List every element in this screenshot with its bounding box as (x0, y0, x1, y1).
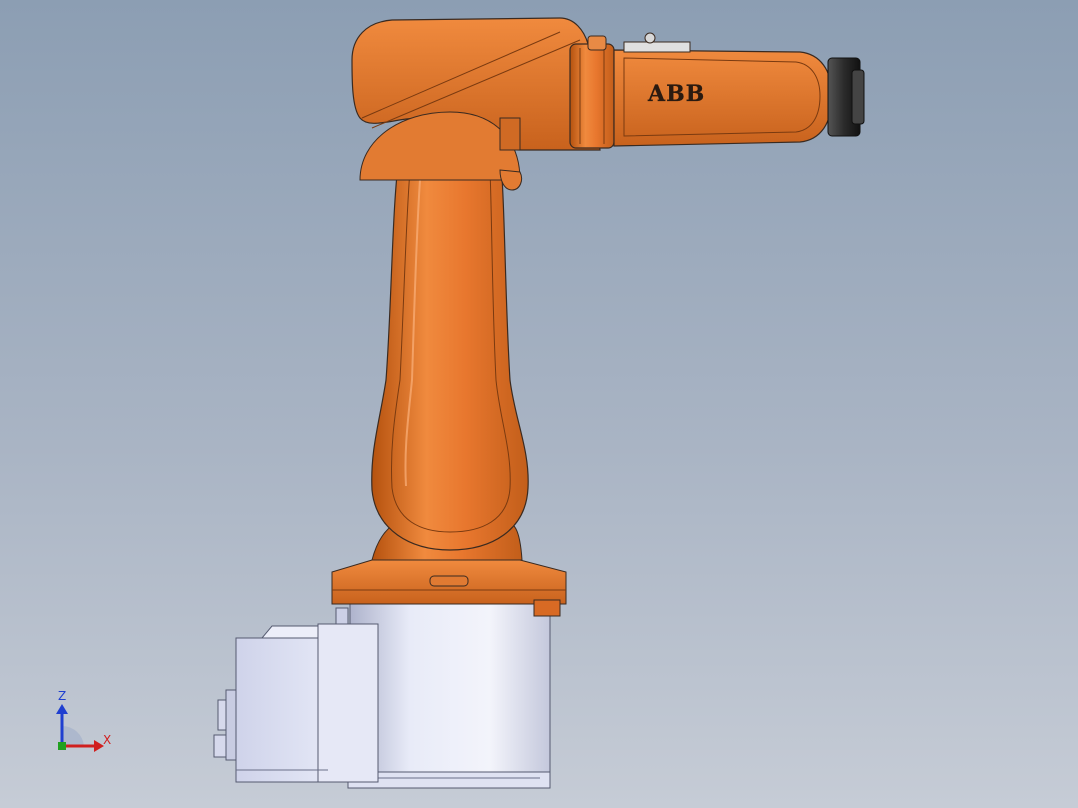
y-axis-marker (58, 742, 66, 750)
base-side-box[interactable] (235, 637, 329, 783)
abb-logo: ABB (647, 81, 705, 107)
axis4-joint[interactable] (569, 35, 615, 149)
upper-arm-housing[interactable] (351, 17, 601, 191)
robot-model[interactable]: ABB Z X (0, 0, 1078, 808)
cad-3d-viewport[interactable]: ABB Z X (0, 0, 1078, 808)
base-cylinder[interactable] (349, 603, 551, 777)
base-side-cover (317, 623, 379, 783)
lower-arm[interactable] (371, 149, 529, 551)
x-axis-label: X (103, 733, 111, 747)
z-axis-label: Z (58, 689, 66, 703)
coordinate-triad[interactable]: Z X (56, 689, 111, 752)
forearm-wrist[interactable]: ABB (613, 32, 833, 147)
base-connector-3 (225, 689, 237, 761)
tool-flange[interactable] (827, 57, 865, 137)
robot-base[interactable] (213, 603, 551, 789)
